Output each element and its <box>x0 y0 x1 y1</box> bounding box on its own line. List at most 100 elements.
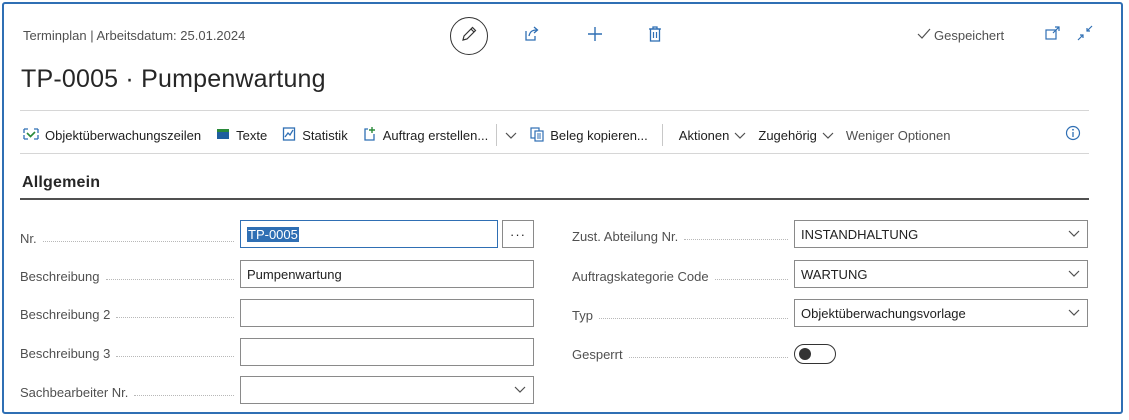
delete-icon <box>646 25 664 48</box>
label-text: Sachbearbeiter Nr. <box>20 384 129 400</box>
header-divider <box>20 110 1089 111</box>
action-statistics[interactable]: Statistik <box>281 126 348 145</box>
notes-icon <box>215 126 231 145</box>
chevron-down-icon <box>1067 267 1081 281</box>
type-value: Objektüberwachungsvorlage <box>801 305 966 321</box>
field-label-description: Beschreibung <box>20 262 240 290</box>
label-text: Zust. Abteilung Nr. <box>572 228 679 244</box>
action-copy-document-label: Beleg kopieren... <box>550 127 648 143</box>
label-dots <box>116 355 234 357</box>
action-notes[interactable]: Texte <box>215 126 267 145</box>
label-text: Auftragskategorie Code <box>572 268 709 284</box>
edit-icon <box>460 25 478 48</box>
action-create-order-dropdown[interactable] <box>505 128 517 143</box>
field-label-description-3: Beschreibung 3 <box>20 339 240 367</box>
action-statistics-label: Statistik <box>302 127 348 143</box>
nr-lookup-button[interactable]: ··· <box>502 220 534 248</box>
label-dots <box>684 238 788 240</box>
label-dots <box>105 278 234 280</box>
section-underline <box>20 198 1089 200</box>
actionbar-divider <box>20 153 1089 154</box>
collapse-icon <box>1076 24 1094 47</box>
description-3-field[interactable] <box>240 338 534 366</box>
fewer-options-button[interactable]: Weniger Optionen <box>846 128 951 143</box>
menu-related[interactable]: Zugehörig <box>758 128 834 143</box>
breadcrumb: Terminplan | Arbeitsdatum: 25.01.2024 <box>23 28 246 43</box>
open-new-window-button[interactable] <box>1042 24 1064 46</box>
field-label-nr: Nr. <box>20 224 240 252</box>
field-label-description-2: Beschreibung 2 <box>20 300 240 328</box>
label-dots <box>42 240 234 242</box>
page-title: TP-0005 · Pumpenwartung <box>21 65 326 93</box>
label-text: Typ <box>572 307 593 323</box>
action-notes-label: Texte <box>236 127 268 143</box>
nr-field[interactable]: TP-0005 <box>240 220 498 248</box>
page-frame: Terminplan | Arbeitsdatum: 25.01.2024 Ge… <box>2 2 1123 414</box>
new-button[interactable] <box>584 25 606 47</box>
action-bar: Objektüberwachungszeilen Texte Statistik… <box>22 124 950 146</box>
delete-button[interactable] <box>644 25 666 47</box>
copy-document-icon <box>529 126 545 145</box>
lines-icon <box>22 126 40 145</box>
label-dots <box>598 317 788 319</box>
label-dots <box>714 278 788 280</box>
save-status-label: Gespeichert <box>934 28 1005 43</box>
share-button[interactable] <box>520 25 542 47</box>
field-label-responsible-dept: Zust. Abteilung Nr. <box>572 222 794 250</box>
field-label-salesperson: Sachbearbeiter Nr. <box>20 378 240 406</box>
field-label-blocked: Gesperrt <box>572 340 794 368</box>
blocked-toggle[interactable] <box>794 344 836 364</box>
action-create-order[interactable]: Auftrag erstellen... <box>362 126 489 145</box>
create-order-icon <box>362 126 378 145</box>
chevron-down-icon <box>734 128 746 143</box>
label-text: Gesperrt <box>572 346 623 362</box>
plus-icon <box>586 25 604 48</box>
edit-button[interactable] <box>450 17 488 55</box>
action-separator <box>496 124 498 146</box>
menu-actions[interactable]: Aktionen <box>679 128 747 143</box>
ellipsis-icon: ··· <box>510 226 526 242</box>
checkmark-icon <box>917 28 931 43</box>
label-text: Beschreibung 2 <box>20 306 111 322</box>
responsible-dept-value: INSTANDHALTUNG <box>801 226 919 242</box>
action-copy-document[interactable]: Beleg kopieren... <box>529 126 648 145</box>
description-2-field[interactable] <box>240 299 534 327</box>
description-field[interactable]: Pumpenwartung <box>240 260 534 288</box>
label-dots <box>116 316 234 318</box>
menu-actions-label: Aktionen <box>678 127 730 143</box>
label-dots <box>628 356 788 358</box>
label-text: Beschreibung <box>20 268 100 284</box>
info-icon <box>1065 125 1081 146</box>
type-dropdown[interactable]: Objektüberwachungsvorlage <box>794 299 1088 327</box>
chevron-down-icon <box>1067 227 1081 241</box>
order-category-dropdown[interactable]: WARTUNG <box>794 260 1088 288</box>
toggle-knob <box>799 348 811 360</box>
label-text: Nr. <box>20 230 37 246</box>
label-dots <box>134 394 234 396</box>
chevron-down-icon <box>822 128 834 143</box>
chevron-down-icon <box>505 128 517 143</box>
action-separator <box>661 124 663 146</box>
section-title: Allgemein <box>22 174 101 191</box>
action-create-order-label: Auftrag erstellen... <box>382 127 489 143</box>
action-lines[interactable]: Objektüberwachungszeilen <box>22 126 201 145</box>
info-button[interactable] <box>1062 124 1084 146</box>
fewer-options-label: Weniger Optionen <box>845 127 951 143</box>
open-new-window-icon <box>1044 25 1062 46</box>
save-status: Gespeichert <box>917 28 1004 43</box>
field-label-order-category: Auftragskategorie Code <box>572 262 794 290</box>
order-category-value: WARTUNG <box>801 266 868 282</box>
statistics-icon <box>281 126 297 145</box>
chevron-down-icon <box>1067 306 1081 320</box>
nr-field-value: TP-0005 <box>247 226 491 242</box>
share-icon <box>522 25 540 48</box>
chevron-down-icon <box>513 383 527 397</box>
salesperson-dropdown[interactable] <box>240 376 534 404</box>
action-lines-label: Objektüberwachungszeilen <box>45 127 202 143</box>
field-label-type: Typ <box>572 301 794 329</box>
description-field-value: Pumpenwartung <box>247 266 342 282</box>
label-text: Beschreibung 3 <box>20 345 111 361</box>
responsible-dept-dropdown[interactable]: INSTANDHALTUNG <box>794 220 1088 248</box>
collapse-button[interactable] <box>1074 24 1096 46</box>
nr-field-selected-text: TP-0005 <box>247 226 299 242</box>
